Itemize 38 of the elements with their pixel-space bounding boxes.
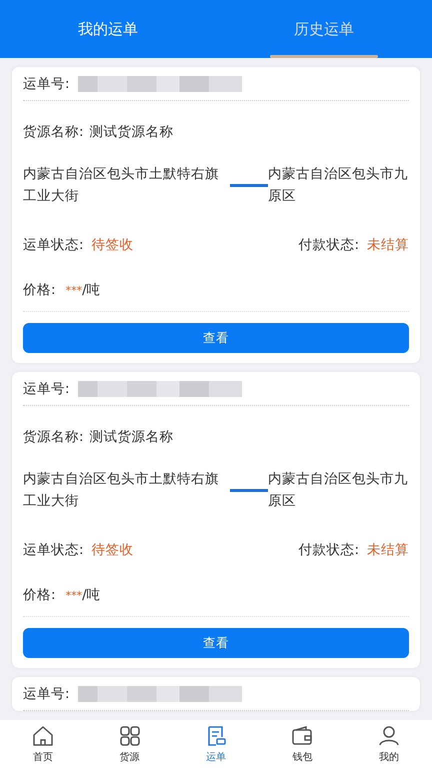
tab[interactable]: 我的运单 bbox=[0, 0, 216, 58]
nav-item[interactable]: 我的 bbox=[346, 720, 432, 768]
origin-address: 内蒙古自治区包头市土默特右旗工业大街 bbox=[23, 165, 220, 206]
view-button[interactable]: 查看 bbox=[23, 628, 409, 658]
field-label: 货源名称: bbox=[23, 428, 84, 446]
field-label: 货源名称: bbox=[23, 123, 84, 141]
nav-item[interactable]: 钱包 bbox=[259, 720, 346, 768]
status-value: 待签收 bbox=[92, 236, 134, 254]
cargo-name: 测试货源名称 bbox=[90, 428, 174, 446]
field-label: 价格: bbox=[23, 586, 56, 604]
destination-address: 内蒙古自治区包头市九原区 bbox=[268, 165, 409, 206]
origin-address: 内蒙古自治区包头市土默特右旗工业大街 bbox=[23, 470, 220, 511]
field-label: 运单号: bbox=[23, 684, 70, 702]
tab[interactable]: 历史运单 bbox=[216, 0, 432, 58]
status-value: 待签收 bbox=[92, 541, 134, 559]
field-label: 付款状态: bbox=[298, 541, 359, 559]
cargo-name: 测试货源名称 bbox=[90, 123, 174, 141]
route-line bbox=[230, 184, 268, 187]
person-icon bbox=[376, 724, 401, 748]
nav-item[interactable]: 货源 bbox=[86, 720, 173, 768]
field-label: 运单号: bbox=[23, 74, 70, 92]
wallet-icon bbox=[290, 724, 314, 748]
route-line bbox=[230, 489, 268, 492]
nav-item[interactable]: 首页 bbox=[0, 720, 86, 768]
field-label: 价格: bbox=[23, 281, 56, 299]
field-label: 运单号: bbox=[23, 380, 70, 398]
status-value: 未结算 bbox=[367, 236, 409, 254]
grid-icon bbox=[118, 724, 142, 748]
field-label: 运单状态: bbox=[23, 541, 84, 559]
field-label: 付款状态: bbox=[298, 236, 359, 254]
status-value: 未结算 bbox=[367, 541, 409, 559]
price-value: ***/吨 bbox=[66, 281, 101, 299]
price-value: ***/吨 bbox=[66, 586, 101, 604]
nav-item[interactable]: 运单 bbox=[172, 720, 260, 768]
home-icon bbox=[31, 724, 56, 748]
field-label: 运单状态: bbox=[23, 236, 84, 254]
destination-address: 内蒙古自治区包头市九原区 bbox=[268, 470, 409, 511]
view-button[interactable]: 查看 bbox=[23, 323, 409, 353]
